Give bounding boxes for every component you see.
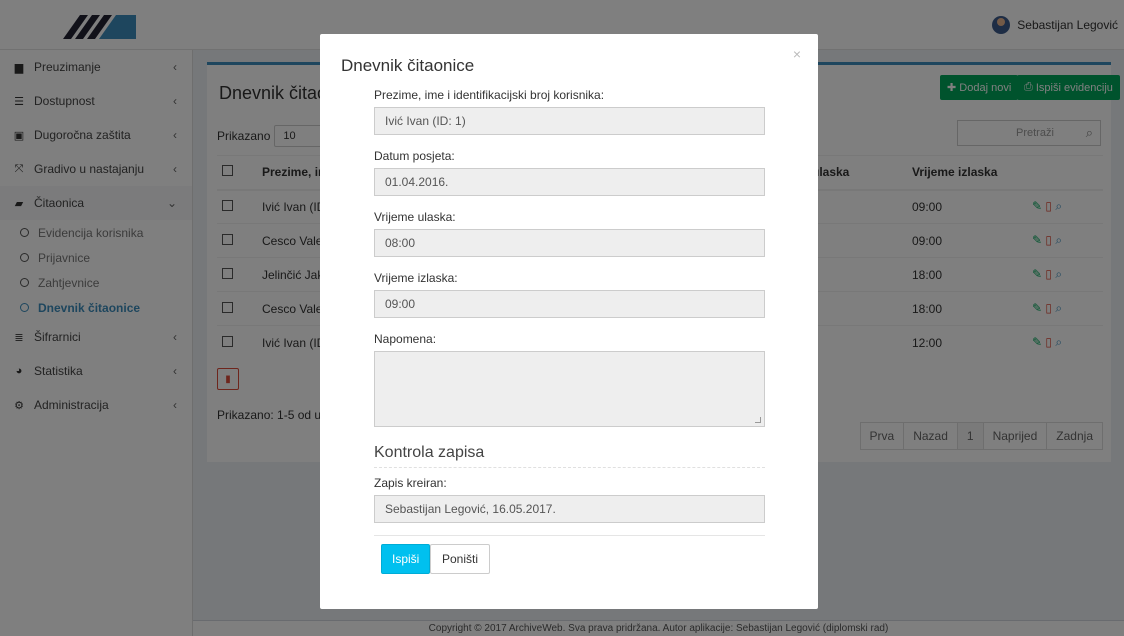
- section-divider: [374, 467, 765, 468]
- user-field-value: Ivić Ivan (ID: 1): [385, 114, 466, 128]
- print-button[interactable]: Ispiši: [381, 544, 431, 574]
- exit-time-value: 09:00: [385, 297, 416, 311]
- modal-title: Dnevnik čitaonice: [341, 56, 475, 75]
- entry-time-label: Vrijeme ulaska:: [374, 210, 456, 224]
- created-label: Zapis kreiran:: [374, 476, 447, 490]
- reading-room-log-modal: Dnevnik čitaonice × Prezime, ime i ident…: [320, 34, 818, 609]
- close-icon[interactable]: ×: [793, 46, 801, 62]
- date-field[interactable]: 01.04.2016.: [374, 168, 765, 196]
- exit-time-field[interactable]: 09:00: [374, 290, 765, 318]
- entry-time-value: 08:00: [385, 236, 416, 250]
- note-textarea[interactable]: [374, 351, 765, 427]
- user-field[interactable]: Ivić Ivan (ID: 1): [374, 107, 765, 135]
- date-field-label: Datum posjeta:: [374, 149, 455, 163]
- user-field-label: Prezime, ime i identifikacijski broj kor…: [374, 88, 605, 102]
- note-label: Napomena:: [374, 332, 437, 346]
- entry-time-field[interactable]: 08:00: [374, 229, 765, 257]
- created-value: Sebastijan Legović, 16.05.2017.: [385, 502, 556, 516]
- cancel-button[interactable]: Poništi: [430, 544, 491, 574]
- exit-time-label: Vrijeme izlaska:: [374, 271, 458, 285]
- record-control-heading: Kontrola zapisa: [374, 444, 485, 461]
- created-field[interactable]: Sebastijan Legović, 16.05.2017.: [374, 495, 765, 523]
- footer-divider: [374, 535, 765, 536]
- date-field-value: 01.04.2016.: [385, 175, 449, 189]
